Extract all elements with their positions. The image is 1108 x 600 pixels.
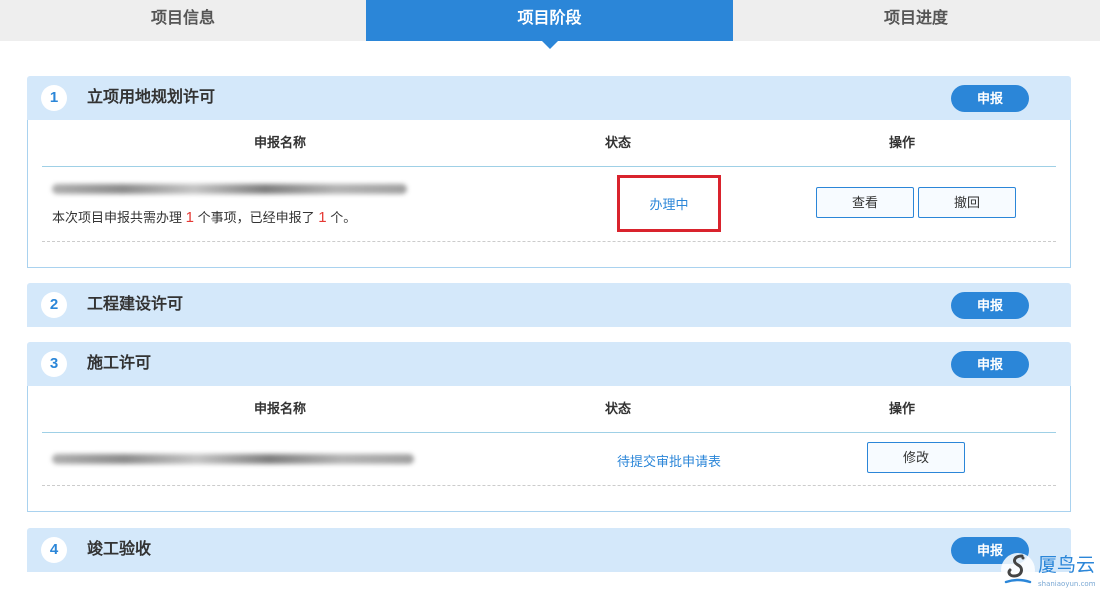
stage-header: 2 工程建设许可 申报	[27, 283, 1071, 327]
view-button[interactable]: 查看	[816, 187, 914, 218]
stage-header: 1 立项用地规划许可 申报	[27, 76, 1071, 120]
stage-title: 立项用地规划许可	[87, 89, 216, 106]
withdraw-button[interactable]: 撤回	[918, 187, 1016, 218]
watermark: 厦鸟云 shaniaoyun.com	[1000, 548, 1100, 594]
note-prefix: 本次项目申报共需办理	[52, 210, 183, 225]
table-header: 申报名称 状态 操作	[42, 120, 1056, 167]
stage-section-4: 4 竣工验收 申报	[27, 528, 1071, 572]
stage-section-2: 2 工程建设许可 申报	[27, 283, 1071, 327]
stage-number: 2	[41, 292, 67, 318]
apply-button[interactable]: 申报	[951, 351, 1029, 378]
stage-header: 4 竣工验收 申报	[27, 528, 1071, 572]
stage-number: 1	[41, 85, 67, 111]
table-row: 本次项目申报共需办理 1 个事项，已经申报了 1 个。 办理中 查看 撤回	[42, 167, 1056, 242]
note-done-count: 1	[318, 209, 327, 226]
note-suffix: 个。	[330, 210, 357, 225]
apply-button[interactable]: 申报	[951, 292, 1029, 319]
edit-button[interactable]: 修改	[867, 442, 965, 473]
stage-header: 3 施工许可 申报	[27, 342, 1071, 386]
redacted-application-name	[52, 454, 414, 464]
watermark-brand: 厦鸟云	[1038, 554, 1096, 576]
table-header: 申报名称 状态 操作	[42, 386, 1056, 433]
tab-bar: 项目信息 项目阶段 项目进度	[0, 0, 1100, 49]
stage-title: 施工许可	[87, 355, 152, 372]
stage-body: 申报名称 状态 操作 待提交审批申请表 修改	[27, 386, 1071, 512]
bird-logo-icon	[1001, 553, 1035, 587]
column-header-action: 操作	[888, 135, 915, 150]
tab-project-info[interactable]: 项目信息	[0, 0, 366, 41]
column-header-action: 操作	[888, 401, 915, 416]
stage-number: 4	[41, 537, 67, 563]
stage-title: 竣工验收	[87, 541, 152, 558]
note-total-count: 1	[185, 209, 194, 226]
column-header-name: 申报名称	[253, 135, 306, 150]
stage-number: 3	[41, 351, 67, 377]
redacted-application-name	[52, 184, 407, 194]
stage-title: 工程建设许可	[87, 296, 184, 313]
tab-project-stage[interactable]: 项目阶段	[366, 0, 733, 49]
watermark-site: shaniaoyun.com	[1038, 580, 1096, 588]
table-row: 待提交审批申请表 修改	[42, 433, 1056, 486]
column-header-status: 状态	[604, 401, 631, 416]
column-header-status: 状态	[604, 135, 631, 150]
stage-section-1: 1 立项用地规划许可 申报 申报名称 状态 操作 本次项目申报共需办理 1 个事…	[27, 76, 1071, 268]
status-link[interactable]: 待提交审批申请表	[589, 451, 749, 470]
tab-project-progress[interactable]: 项目进度	[733, 0, 1099, 41]
stage-body: 申报名称 状态 操作 本次项目申报共需办理 1 个事项，已经申报了 1 个。 办…	[27, 120, 1071, 268]
progress-note: 本次项目申报共需办理 1 个事项，已经申报了 1 个。	[52, 207, 356, 226]
note-middle: 个事项，已经申报了	[197, 210, 315, 225]
apply-button[interactable]: 申报	[951, 85, 1029, 112]
column-header-name: 申报名称	[253, 401, 306, 416]
stage-section-3: 3 施工许可 申报 申报名称 状态 操作 待提交审批申请表 修改	[27, 342, 1071, 512]
status-link[interactable]: 办理中	[617, 194, 721, 213]
